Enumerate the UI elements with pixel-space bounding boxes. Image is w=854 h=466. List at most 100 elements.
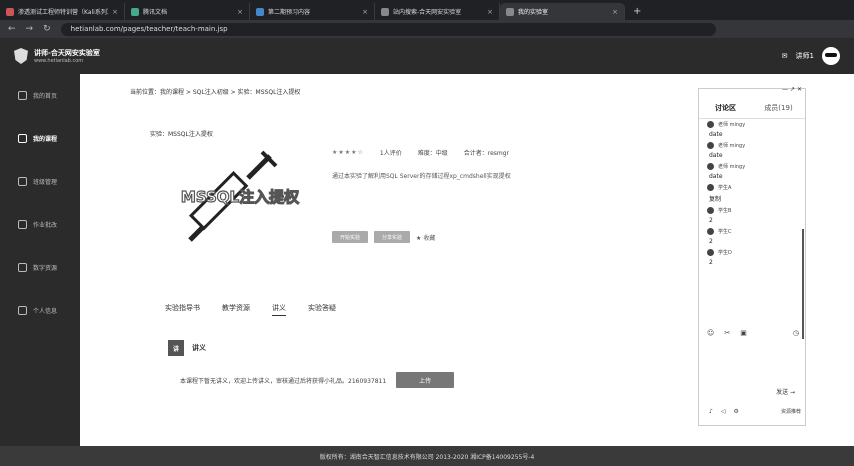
history-icon[interactable]: ◷	[793, 329, 799, 337]
browser-tab-active[interactable]: 我的实验室 ×	[500, 3, 625, 20]
rating-count: 1人评价	[379, 150, 402, 157]
scissors-icon[interactable]: ✂	[724, 329, 730, 337]
user-name[interactable]: 讲师1	[796, 51, 814, 61]
rating-stars[interactable]: ★★★★☆	[332, 149, 364, 156]
class-icon	[18, 177, 27, 186]
resource-link[interactable]: 资源推荐	[781, 408, 801, 415]
shield-icon	[14, 48, 28, 64]
browser-tab[interactable]: 腾讯文档 ×	[125, 3, 250, 20]
address-bar: ← → ↻ hetianlab.com/pages/teacher/teach-…	[0, 20, 854, 38]
experiment-description: 通过本实验了解利用SQL Server的存储过程xp_cmdshell实现提权	[332, 173, 511, 180]
close-icon[interactable]: ×	[112, 8, 118, 16]
chat-tabs: 讨论区 成员(19)	[699, 97, 805, 119]
favorite-button[interactable]: ★ 收藏	[416, 233, 435, 242]
tab-members[interactable]: 成员(19)	[752, 103, 805, 113]
favicon-icon	[381, 7, 389, 16]
home-icon	[18, 91, 27, 100]
content-tabs: 实验指导书 教学资源 讲义 实验答疑	[165, 303, 336, 316]
emoji-icon[interactable]: ☺	[707, 329, 714, 337]
favicon-icon	[6, 7, 14, 16]
difficulty-label: 难度：中级	[417, 150, 448, 157]
sidebar-item-home[interactable]: 我的首页	[0, 74, 80, 117]
list-item: 老师 mingy date	[707, 142, 746, 159]
site-footer: 版权所有：湖南合天智汇信息技术有限公司 2013-2020 湘ICP备14009…	[0, 446, 854, 466]
user-icon	[18, 306, 27, 315]
panel-window-controls[interactable]: — ↗ ✕	[782, 86, 802, 93]
experiment-meta: ★★★★☆ 1人评价 难度：中级 合计者：resmgr	[332, 148, 509, 157]
sidebar-item-homework[interactable]: 作业批改	[0, 203, 80, 246]
close-icon[interactable]: ×	[362, 8, 368, 16]
sidebar-item-classes[interactable]: 班级管理	[0, 160, 80, 203]
upload-area: 本课程下暂无讲义，欢迎上传讲义，审核通过后将获得小礼品。2160937811 上…	[180, 372, 455, 388]
forward-icon[interactable]: →	[26, 24, 34, 34]
book-icon	[18, 134, 27, 143]
mail-icon[interactable]: ✉	[782, 52, 788, 60]
list-item: 学生B 2	[707, 207, 732, 224]
logo-subtitle: www.hetianlab.com	[34, 58, 84, 64]
avatar	[707, 142, 714, 149]
back-icon[interactable]: ←	[8, 24, 16, 34]
chat-toolbar: ☺ ✂ ▣ ◷	[707, 329, 799, 337]
reload-icon[interactable]: ↻	[43, 24, 51, 34]
experiment-title: 实验：MSSQL注入提权	[150, 131, 213, 138]
chat-messages: 老师 mingy date 老师 mingy date 老师 mingy date 学…	[699, 119, 805, 268]
speaker-icon[interactable]: ◁	[721, 408, 726, 415]
favicon-icon	[506, 7, 514, 16]
close-icon[interactable]: ×	[612, 8, 618, 16]
browser-tab[interactable]: 第二期预习内容 ×	[250, 3, 375, 20]
action-buttons: 开始实验 分享实验 ★ 收藏	[332, 231, 435, 243]
list-item: 老师 mingy date	[707, 163, 746, 180]
upload-button[interactable]: 上传	[396, 372, 455, 388]
list-item: 学生C 2	[707, 228, 732, 245]
favicon-icon	[131, 7, 139, 16]
site-logo[interactable]: 讲师-合天网安实验室 www.hetianlab.com	[14, 48, 100, 64]
list-item: 老师 mingy date	[707, 121, 746, 138]
settings-icon[interactable]: ⚙	[733, 408, 738, 415]
tab-resources[interactable]: 教学资源	[222, 303, 250, 316]
browser-tab[interactable]: 站内搜索-合天网安实验室 ×	[375, 3, 500, 20]
upload-message: 本课程下暂无讲义，欢迎上传讲义，审核通过后将获得小礼品。2160937811	[180, 377, 387, 385]
microphone-icon[interactable]: ♪	[709, 408, 713, 415]
tab-qa[interactable]: 实验答疑	[308, 303, 336, 316]
site-header: 讲师-合天网安实验室 www.hetianlab.com ✉ 讲师1	[0, 38, 854, 74]
avatar	[707, 249, 714, 256]
section-header: 讲 讲义	[168, 340, 206, 356]
user-area: ✉ 讲师1	[782, 47, 840, 65]
url-input[interactable]: hetianlab.com/pages/teacher/teach-main.j…	[60, 22, 716, 36]
breadcrumb: 当前位置：我的课程 > SQL注入初级 > 实验：MSSQL注入提权	[130, 89, 301, 96]
sidebar: 我的首页 我的课程 班级管理 作业批改 数字资源 个人信息	[0, 74, 80, 446]
sidebar-item-courses[interactable]: 我的课程	[0, 117, 80, 160]
send-button[interactable]: 发送 →	[776, 387, 795, 396]
avatar	[707, 163, 714, 170]
close-icon[interactable]: ×	[237, 8, 243, 16]
author-label: 合计者：resmgr	[463, 150, 510, 157]
chat-panel: — ↗ ✕ 讨论区 成员(19) 老师 mingy date 老师 mingy da…	[698, 86, 806, 426]
avatar	[707, 121, 714, 128]
section-icon: 讲	[168, 340, 184, 356]
scrollbar[interactable]	[802, 229, 804, 339]
chat-footer: ♪ ◁ ⚙ 资源推荐	[709, 408, 801, 415]
tab-discussion[interactable]: 讨论区	[699, 103, 752, 113]
new-tab-button[interactable]: +	[625, 3, 649, 20]
image-icon[interactable]: ▣	[740, 329, 747, 337]
list-item: 学生D 2	[707, 249, 732, 266]
sidebar-item-resources[interactable]: 数字资源	[0, 246, 80, 289]
image-caption: MSSQL注入提权	[181, 188, 300, 206]
sidebar-item-profile[interactable]: 个人信息	[0, 289, 80, 332]
tab-guide[interactable]: 实验指导书	[165, 303, 200, 316]
start-experiment-button[interactable]: 开始实验	[332, 231, 369, 243]
avatar	[707, 184, 714, 191]
tab-lecture-notes[interactable]: 讲义	[272, 303, 286, 316]
browser-tab-bar: 渗透测试工程师特训营（Kali系列） × 腾讯文档 × 第二期预习内容 × 站内搜索-…	[0, 0, 854, 20]
avatar	[707, 207, 714, 214]
resource-icon	[18, 263, 27, 272]
share-experiment-button[interactable]: 分享实验	[374, 231, 411, 243]
favicon-icon	[256, 7, 264, 16]
avatar[interactable]	[822, 47, 840, 65]
avatar	[707, 228, 714, 235]
close-icon[interactable]: ×	[487, 8, 493, 16]
list-item: 学生A 复制	[707, 184, 732, 203]
homework-icon	[18, 220, 27, 229]
logo-title: 讲师-合天网安实验室	[34, 49, 100, 57]
browser-tab[interactable]: 渗透测试工程师特训营（Kali系列） ×	[0, 3, 125, 20]
